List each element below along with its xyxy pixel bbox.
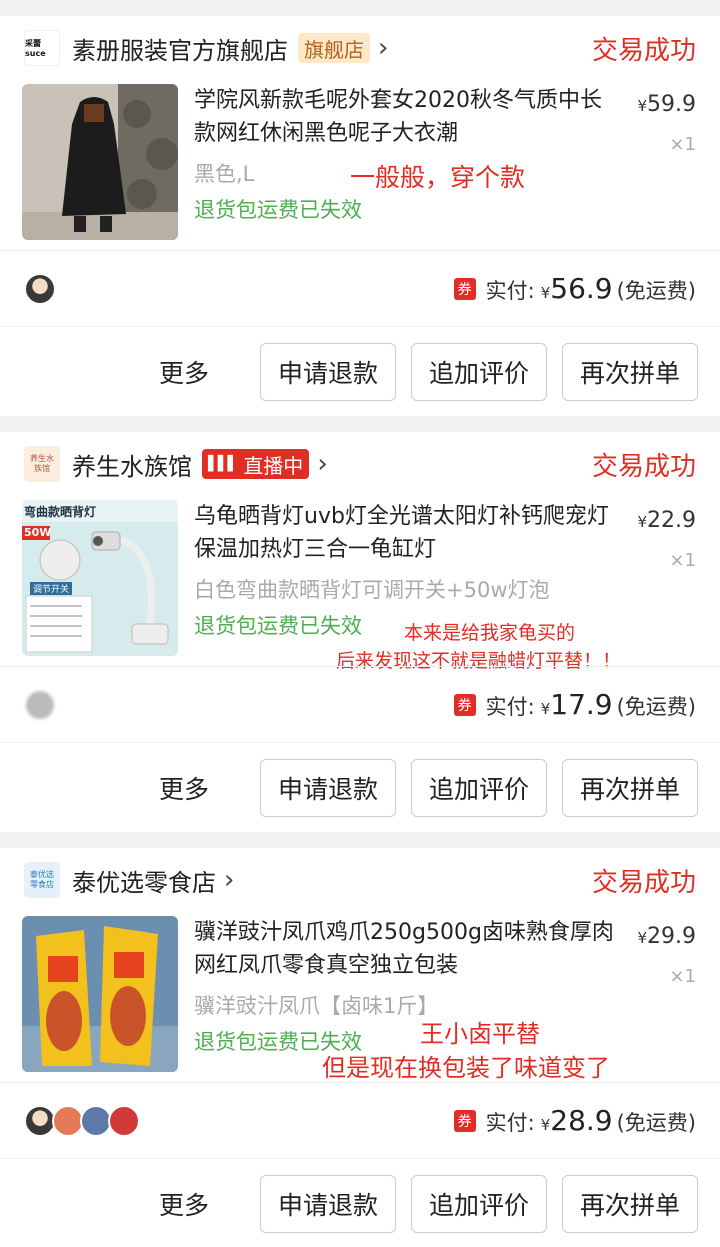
shop-name[interactable]: 素册服装官方旗舰店	[72, 31, 288, 66]
chevron-right-icon[interactable]: ›	[317, 449, 327, 479]
shipping-note: (免运费)	[616, 279, 696, 303]
live-badge: ▌▌▌ 直播中	[202, 449, 310, 479]
product-title[interactable]: 乌龟晒背灯uvb灯全光谱太阳灯补钙爬宠灯保温加热灯三合一龟缸灯	[194, 500, 614, 566]
order-status: 交易成功	[591, 451, 696, 482]
product-row[interactable]: 学院风新款毛呢外套女2020秋冬气质中长款网红休闲黑色呢子大衣潮 黑色,L 退货…	[0, 80, 720, 250]
shop-name[interactable]: 泰优选零食店	[72, 863, 216, 898]
more-button[interactable]: 更多	[159, 1186, 209, 1222]
shop-logo: 养生水族馆	[24, 446, 60, 482]
product-price: ¥29.9	[637, 924, 696, 949]
annotation-note: 本来是给我家龟买的	[404, 622, 576, 644]
order-card: 采蕾suce 素册服装官方旗舰店 旗舰店 › 交易成功 学院风新款毛呢外套女20…	[0, 16, 720, 416]
product-thumbnail[interactable]	[22, 916, 178, 1072]
reorder-button[interactable]: 再次拼单	[562, 758, 698, 817]
payment-row: 券 实付: ¥ 28.9 (免运费)	[0, 1082, 720, 1158]
avatar	[108, 1104, 140, 1137]
paid-label: 实付:	[485, 1111, 535, 1135]
currency-symbol: ¥	[540, 1116, 551, 1134]
action-bar: 更多 申请退款 追加评价 再次拼单	[0, 1158, 720, 1247]
refund-button[interactable]: 申请退款	[260, 342, 396, 401]
more-button[interactable]: 更多	[159, 354, 209, 390]
add-review-button[interactable]: 追加评价	[411, 342, 547, 401]
avatar-group	[24, 688, 56, 721]
avatar-group	[24, 272, 56, 305]
order-card: 泰优选零食店 泰优选零食店 › 交易成功 骥洋豉汁凤爪鸡爪250g500g卤味熟…	[0, 848, 720, 1247]
shop-header[interactable]: 采蕾suce 素册服装官方旗舰店 旗舰店 › 交易成功	[0, 16, 720, 80]
product-price: ¥59.9	[637, 92, 696, 117]
product-sku: 白色弯曲款晒背灯可调开关+50w灯泡	[194, 578, 550, 602]
coupon-badge: 券	[453, 693, 476, 716]
currency-symbol: ¥	[540, 700, 551, 718]
product-quantity: ×1	[669, 134, 696, 155]
coupon-badge: 券	[453, 277, 476, 300]
product-row[interactable]: 弯曲款晒背灯 50W 调节开关 乌龟晒背灯uvb灯全光谱太阳灯补钙爬宠灯保温加热…	[0, 496, 720, 672]
shipping-note: (免运费)	[616, 1111, 696, 1135]
annotation-note: 王小卤平替	[420, 1020, 540, 1048]
product-thumbnail[interactable]: 弯曲款晒背灯 50W 调节开关	[22, 500, 178, 656]
order-card: 养生水族馆 养生水族馆 ▌▌▌ 直播中 › 交易成功 弯曲款晒背灯 50W 调节开…	[0, 432, 720, 832]
paid-amount: 28.9	[550, 1104, 613, 1137]
product-thumbnail[interactable]	[22, 84, 178, 240]
payment-row: 券 实付: ¥ 17.9 (免运费)	[0, 666, 720, 742]
refund-button[interactable]: 申请退款	[260, 758, 396, 817]
annotation-note: 但是现在换包装了味道变了	[322, 1054, 610, 1082]
paid-label: 实付:	[485, 695, 535, 719]
avatar	[24, 688, 56, 721]
chevron-right-icon[interactable]: ›	[378, 33, 388, 63]
chevron-right-icon[interactable]: ›	[224, 865, 234, 895]
product-title[interactable]: 骥洋豉汁凤爪鸡爪250g500g卤味熟食厚肉网红凤爪零食真空独立包装	[194, 916, 614, 982]
more-button[interactable]: 更多	[159, 770, 209, 806]
return-policy: 退货包运费已失效	[194, 198, 362, 222]
paid-amount: 17.9	[550, 688, 613, 721]
product-title[interactable]: 学院风新款毛呢外套女2020秋冬气质中长款网红休闲黑色呢子大衣潮	[194, 84, 614, 150]
refund-button[interactable]: 申请退款	[260, 1174, 396, 1233]
thumbnail-wattage: 50W	[24, 526, 52, 539]
product-row[interactable]: 骥洋豉汁凤爪鸡爪250g500g卤味熟食厚肉网红凤爪零食真空独立包装 骥洋豉汁凤…	[0, 912, 720, 1082]
shop-logo: 泰优选零食店	[24, 862, 60, 898]
currency-symbol: ¥	[540, 284, 551, 302]
product-quantity: ×1	[669, 550, 696, 571]
shop-header[interactable]: 泰优选零食店 泰优选零食店 › 交易成功	[0, 848, 720, 912]
paid-amount: 56.9	[550, 272, 613, 305]
action-bar: 更多 申请退款 追加评价 再次拼单	[0, 742, 720, 832]
add-review-button[interactable]: 追加评价	[411, 1174, 547, 1233]
action-bar: 更多 申请退款 追加评价 再次拼单	[0, 326, 720, 416]
shop-logo: 采蕾suce	[24, 30, 60, 66]
payment-row: 券 实付: ¥ 56.9 (免运费)	[0, 250, 720, 326]
product-quantity: ×1	[669, 966, 696, 987]
reorder-button[interactable]: 再次拼单	[562, 342, 698, 401]
shop-header[interactable]: 养生水族馆 养生水族馆 ▌▌▌ 直播中 › 交易成功	[0, 432, 720, 496]
order-status: 交易成功	[591, 35, 696, 66]
annotation-note: 一般般，穿个款	[350, 163, 526, 192]
shop-name[interactable]: 养生水族馆	[72, 447, 192, 482]
flagship-badge: 旗舰店	[298, 33, 370, 63]
add-review-button[interactable]: 追加评价	[411, 758, 547, 817]
reorder-button[interactable]: 再次拼单	[562, 1174, 698, 1233]
paid-label: 实付:	[485, 279, 535, 303]
live-bars-icon: ▌▌▌	[208, 456, 238, 472]
avatar-group	[24, 1104, 140, 1137]
thumbnail-switch-label: 调节开关	[30, 582, 73, 595]
thumbnail-caption: 弯曲款晒背灯	[24, 505, 97, 519]
avatar	[24, 272, 56, 305]
product-price: ¥22.9	[637, 508, 696, 533]
shipping-note: (免运费)	[616, 695, 696, 719]
order-status: 交易成功	[591, 867, 696, 898]
coupon-badge: 券	[453, 1109, 476, 1132]
